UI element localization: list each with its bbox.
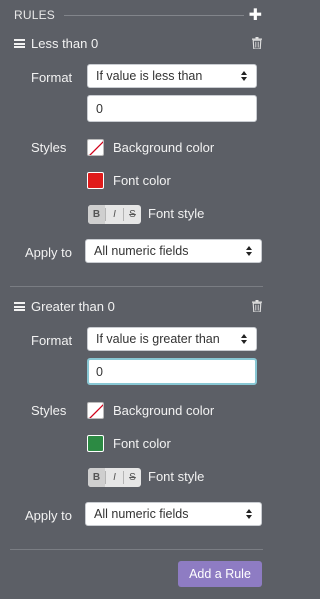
rule-title: Less than 0 [31, 36, 99, 51]
apply-to-select[interactable]: All numeric fields [85, 239, 262, 263]
rule-divider [10, 286, 263, 287]
apply-to-value: All numeric fields [94, 244, 189, 258]
format-label: Format [31, 333, 73, 348]
drag-handle-icon[interactable] [14, 39, 25, 48]
condition-select[interactable]: If value is less than [87, 64, 257, 88]
format-label: Format [31, 70, 73, 85]
condition-value: If value is less than [96, 69, 203, 83]
select-arrows-icon [241, 71, 247, 81]
font-color-swatch[interactable] [87, 172, 104, 189]
value-input[interactable]: 0 [87, 95, 257, 122]
condition-select[interactable]: If value is greater than [87, 327, 257, 351]
italic-button[interactable]: I [106, 205, 123, 224]
add-rule-button[interactable]: Add a Rule [178, 561, 262, 587]
font-style-label: Font style [148, 206, 205, 221]
apply-to-label: Apply to [25, 508, 72, 523]
select-arrows-icon [241, 334, 247, 344]
styles-label: Styles [31, 403, 67, 418]
condition-value: If value is greater than [96, 332, 220, 346]
trash-icon[interactable] [252, 37, 262, 49]
rule-header: Less than 0 [14, 36, 262, 54]
apply-to-value: All numeric fields [94, 507, 189, 521]
strikethrough-button[interactable]: S [124, 205, 141, 224]
background-color-swatch[interactable] [87, 402, 104, 419]
font-color-swatch[interactable] [87, 435, 104, 452]
plus-icon[interactable]: ✚ [249, 5, 262, 25]
rules-title: RULES [14, 8, 56, 22]
rule-header: Greater than 0 [14, 299, 262, 317]
select-arrows-icon [246, 509, 252, 519]
background-color-swatch[interactable] [87, 139, 104, 156]
apply-to-select[interactable]: All numeric fields [85, 502, 262, 526]
font-color-label: Font color [113, 436, 171, 451]
strikethrough-button[interactable]: S [124, 468, 141, 487]
rules-panel: RULES ✚ Less than 0 Format If value is l… [0, 0, 274, 599]
drag-handle-icon[interactable] [14, 302, 25, 311]
bold-button[interactable]: B [88, 468, 105, 487]
font-color-label: Font color [113, 173, 171, 188]
styles-label: Styles [31, 140, 67, 155]
footer-divider [10, 549, 263, 550]
background-color-label: Background color [113, 140, 215, 155]
value-input[interactable]: 0 [87, 358, 257, 385]
font-style-label: Font style [148, 469, 205, 484]
italic-button[interactable]: I [106, 468, 123, 487]
font-style-group: B I S [88, 205, 141, 224]
font-style-group: B I S [88, 468, 141, 487]
trash-icon[interactable] [252, 300, 262, 312]
apply-to-label: Apply to [25, 245, 72, 260]
background-color-label: Background color [113, 403, 215, 418]
rules-header: RULES ✚ [12, 5, 262, 25]
rule-title: Greater than 0 [31, 299, 115, 314]
bold-button[interactable]: B [88, 205, 105, 224]
select-arrows-icon [246, 246, 252, 256]
header-divider [64, 15, 244, 16]
